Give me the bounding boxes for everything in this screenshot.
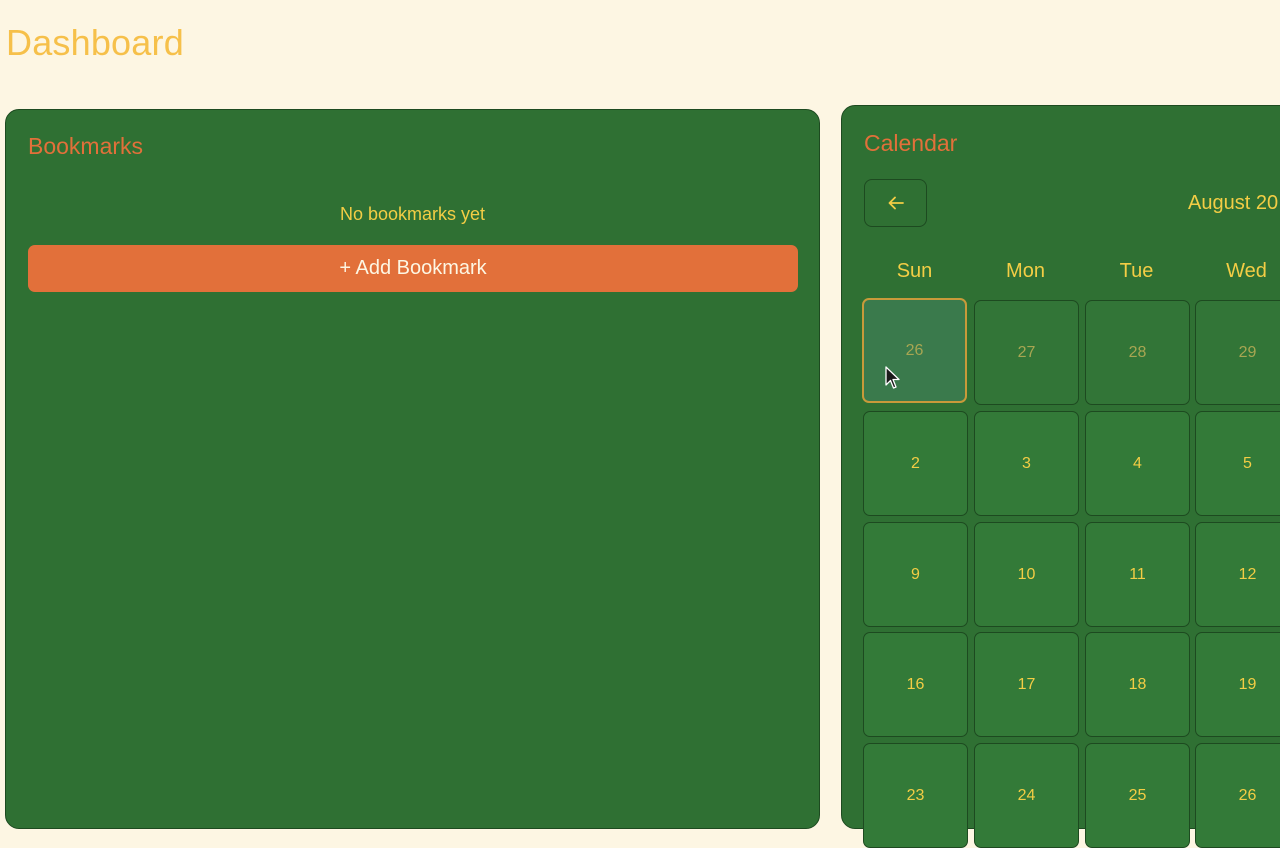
month-label: August 20 bbox=[1188, 192, 1279, 214]
weekday-mon: Mon bbox=[1006, 260, 1045, 282]
bookmarks-empty-text: No bookmarks yet bbox=[339, 204, 486, 224]
calendar-day[interactable]: 27 bbox=[974, 300, 1079, 405]
prev-month-button[interactable] bbox=[864, 179, 927, 227]
calendar-day[interactable]: 24 bbox=[974, 743, 1079, 848]
calendar-day[interactable]: 9 bbox=[863, 522, 968, 627]
calendar-day[interactable]: 18 bbox=[1085, 632, 1190, 737]
calendar-day[interactable]: 23 bbox=[863, 743, 968, 848]
calendar-panel: Calendar August 20 Sun Mon Tue Wed 26 27… bbox=[841, 105, 1280, 848]
calendar-day[interactable]: 5 bbox=[1195, 411, 1280, 516]
bookmarks-panel: Bookmarks No bookmarks yet + Add Bookmar… bbox=[5, 109, 820, 829]
calendar-day[interactable]: 17 bbox=[974, 632, 1079, 737]
calendar-day[interactable]: 28 bbox=[1085, 300, 1190, 405]
calendar-day[interactable]: 10 bbox=[974, 522, 1079, 627]
calendar-title: Calendar bbox=[864, 130, 958, 156]
weekday-sun: Sun bbox=[896, 260, 933, 282]
calendar-day[interactable]: 11 bbox=[1085, 522, 1190, 627]
add-bookmark-button[interactable]: + Add Bookmark bbox=[28, 245, 798, 292]
calendar-day[interactable]: 25 bbox=[1085, 743, 1190, 848]
arrow-left-icon bbox=[888, 196, 904, 210]
page-title: Dashboard bbox=[6, 22, 184, 63]
calendar-day[interactable]: 4 bbox=[1085, 411, 1190, 516]
weekday-wed: Wed bbox=[1226, 260, 1267, 282]
weekday-tue: Tue bbox=[1119, 260, 1154, 282]
calendar-day[interactable]: 19 bbox=[1195, 632, 1280, 737]
calendar-day[interactable]: 16 bbox=[863, 632, 968, 737]
calendar-day[interactable]: 3 bbox=[974, 411, 1079, 516]
calendar-day[interactable]: 26 bbox=[1195, 743, 1280, 848]
calendar-day[interactable]: 26 bbox=[862, 298, 967, 403]
calendar-day[interactable]: 12 bbox=[1195, 522, 1280, 627]
calendar-day[interactable]: 2 bbox=[863, 411, 968, 516]
calendar-day[interactable]: 29 bbox=[1195, 300, 1280, 405]
bookmarks-title: Bookmarks bbox=[28, 133, 144, 159]
